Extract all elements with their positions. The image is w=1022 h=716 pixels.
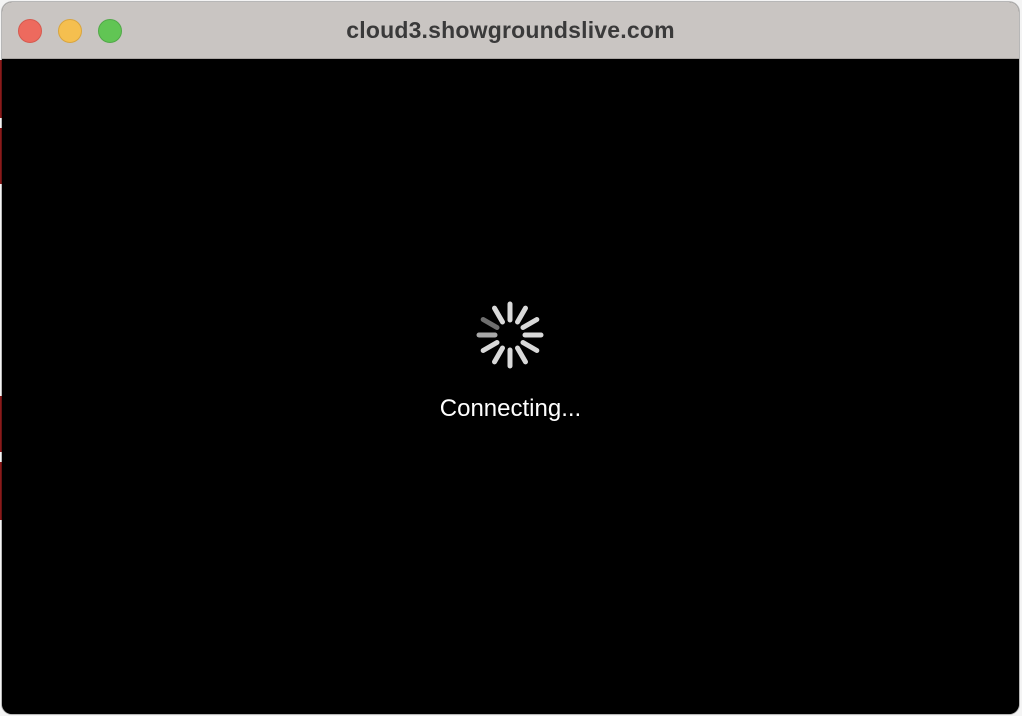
connecting-status-text: Connecting...: [439, 395, 582, 422]
title-bar[interactable]: cloud3.showgroundslive.com: [2, 2, 1019, 59]
spinner-spoke: [520, 317, 540, 330]
loading-spinner-icon: [476, 301, 544, 369]
spinner-spoke: [520, 340, 540, 353]
content-area: Connecting...: [2, 59, 1019, 714]
spinner-spoke: [515, 305, 528, 325]
spinner-spoke: [480, 317, 500, 330]
spinner-spoke: [515, 345, 528, 365]
spinner-spoke: [480, 340, 500, 353]
spinner-spoke: [492, 345, 505, 365]
window-title: cloud3.showgroundslive.com: [346, 17, 675, 43]
spinner-spoke: [492, 305, 505, 325]
browser-popup-window: cloud3.showgroundslive.com Connecting...: [2, 2, 1019, 714]
